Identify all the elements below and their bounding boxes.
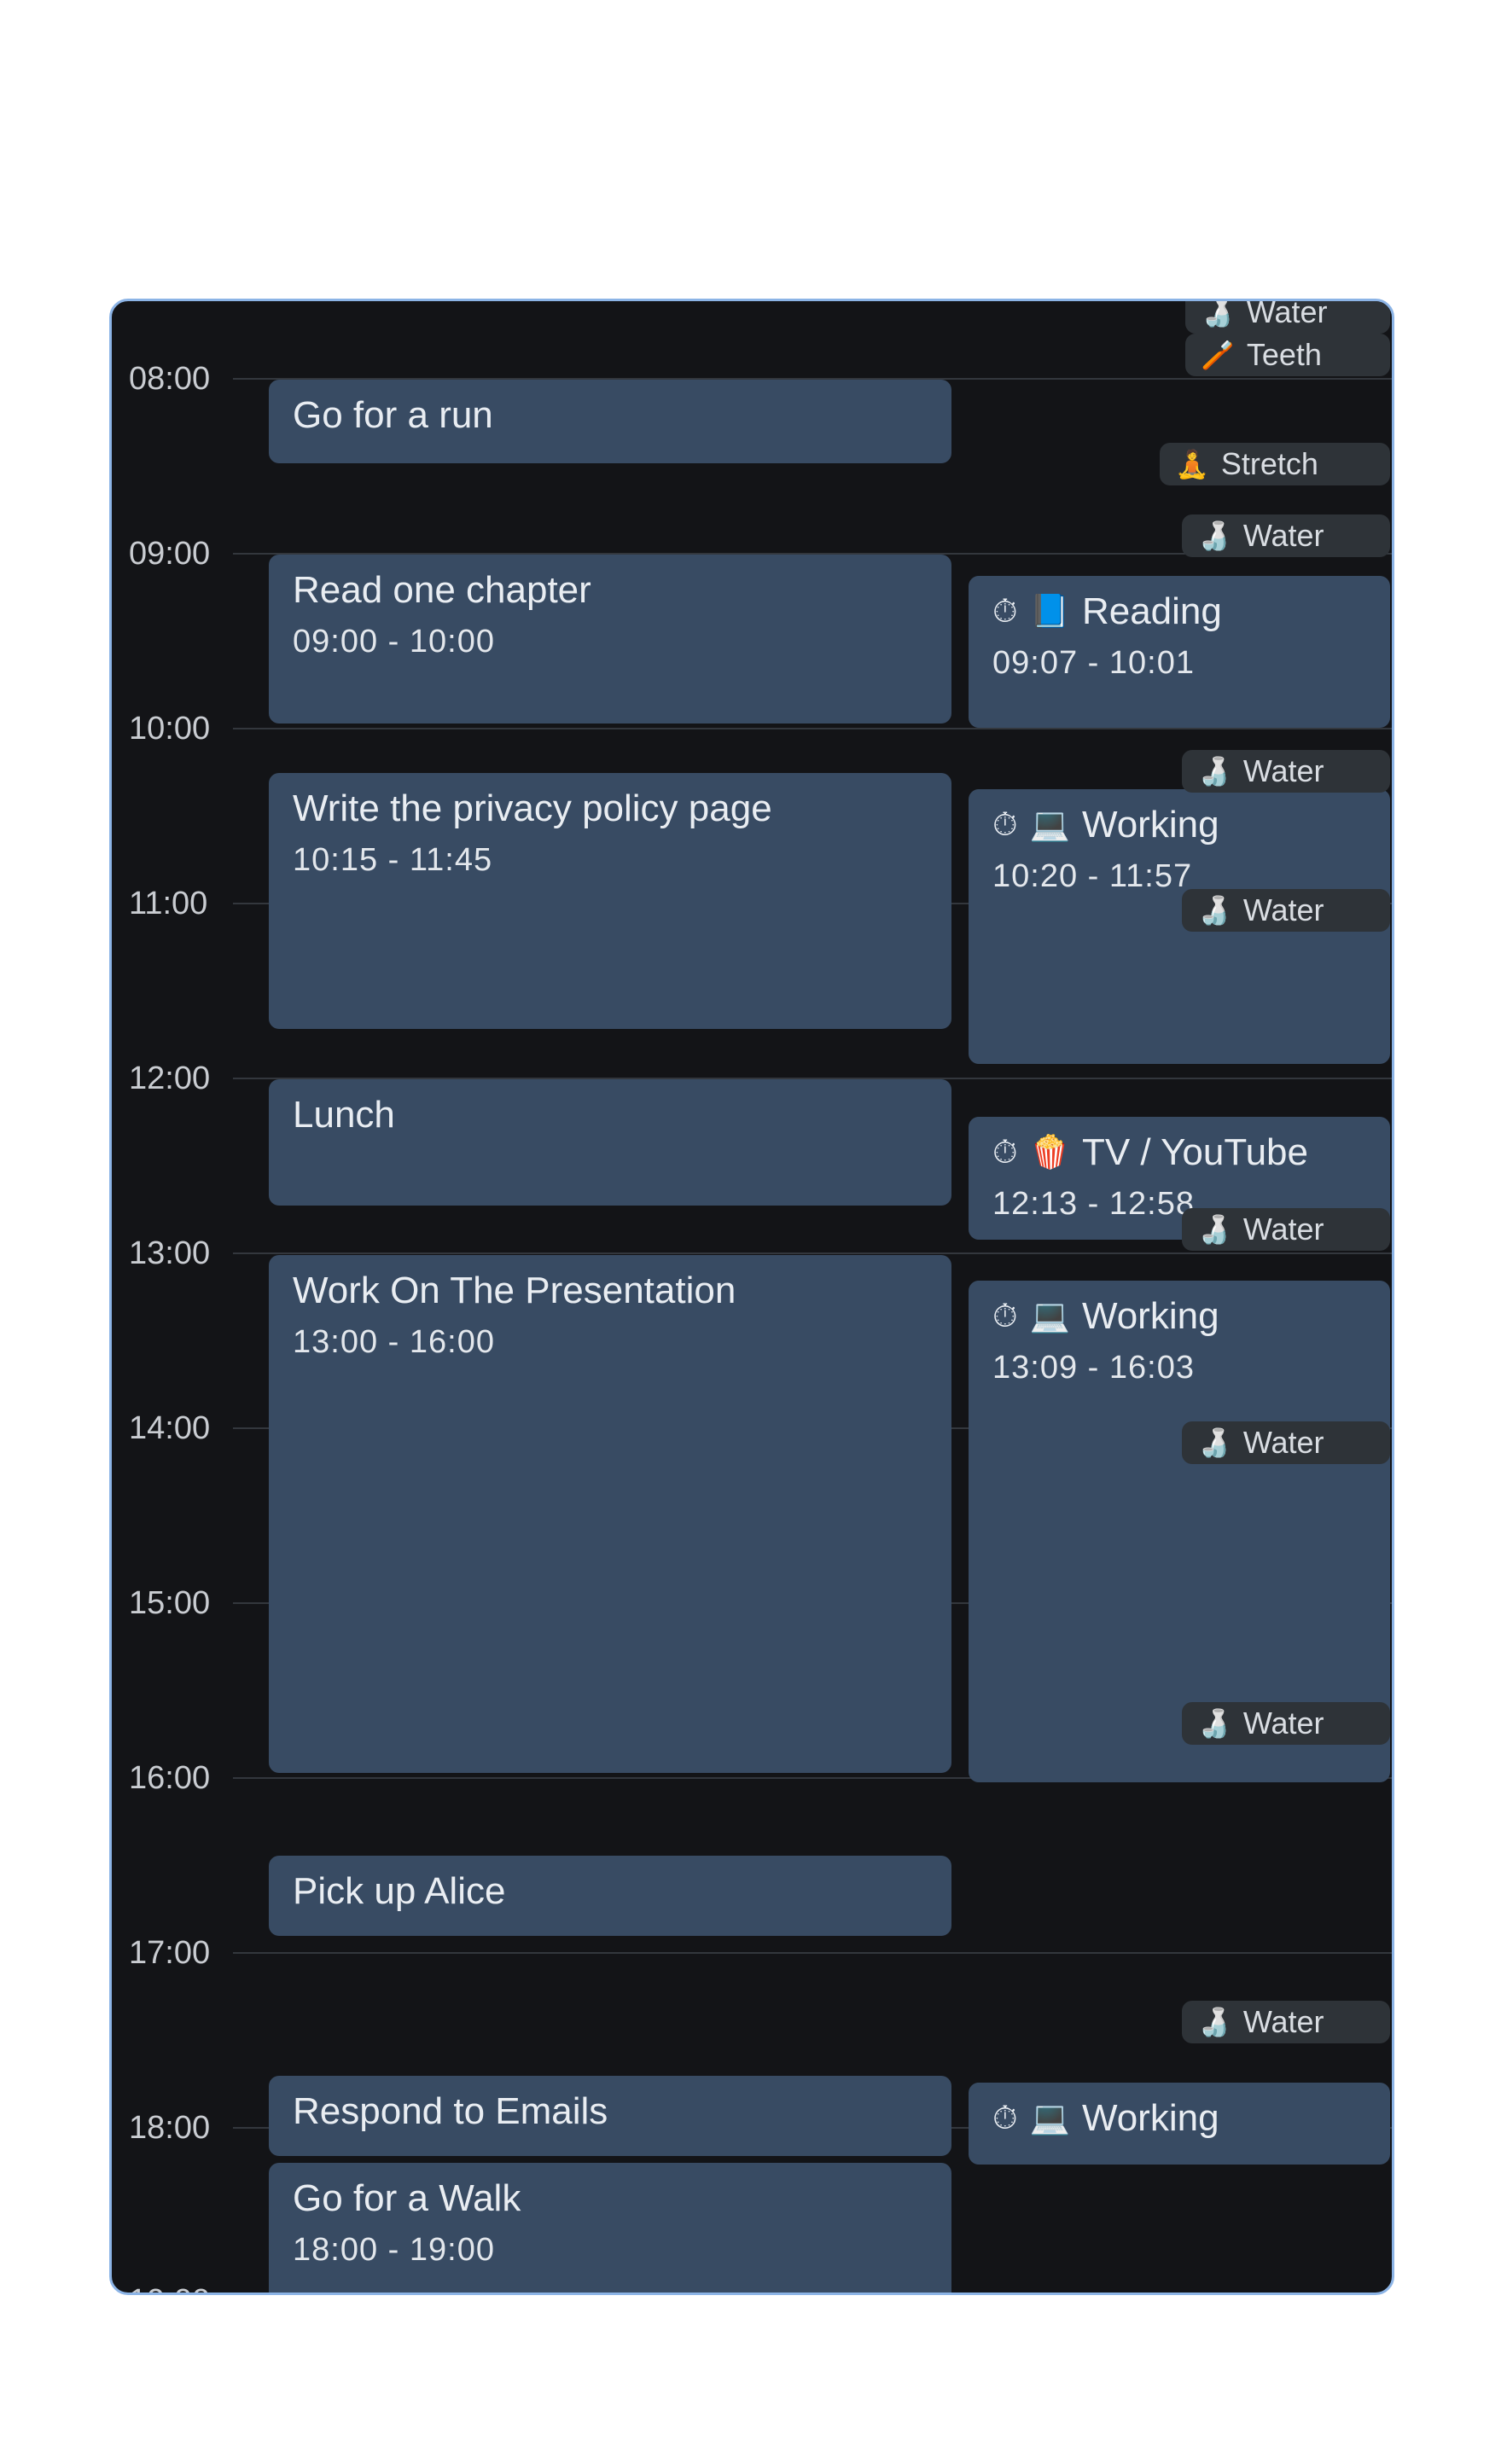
water-bottle-icon: 🍶 (1197, 1708, 1231, 1739)
event-time: 09:00 - 10:00 (293, 623, 495, 660)
event-title: Read one chapter (293, 569, 591, 611)
stopwatch-icon: ⏱ (992, 1134, 1018, 1171)
event-title: Go for a run (293, 394, 493, 436)
event-title: Write the privacy policy page (293, 787, 772, 829)
planned-event[interactable]: Respond to Emails (269, 2076, 951, 2156)
planned-event[interactable]: Go for a run (269, 380, 951, 463)
stopwatch-icon: ⏱ (992, 806, 1018, 843)
event-time: 13:09 - 16:03 (992, 1349, 1195, 1386)
event-title: Reading (1081, 590, 1222, 632)
habit-pill-water[interactable]: 🍶 Water (1185, 299, 1390, 334)
habit-label: Stretch (1220, 446, 1318, 481)
event-title: Pick up Alice (293, 1870, 506, 1912)
hour-label: 10:00 (129, 711, 211, 747)
planned-event[interactable]: Write the privacy policy page 10:15 - 11… (269, 773, 951, 1029)
habit-pill-water[interactable]: 🍶 Water (1182, 2001, 1390, 2043)
habit-label: Teeth (1246, 337, 1322, 372)
hour-label: 09:00 (129, 536, 211, 572)
event-time: 10:15 - 11:45 (293, 841, 493, 878)
water-bottle-icon: 🍶 (1197, 895, 1231, 926)
hour-gridline (233, 1252, 1392, 1254)
popcorn-icon: 🍿 (1029, 1135, 1070, 1171)
event-time: 09:07 - 10:01 (992, 644, 1195, 681)
book-icon: 📘 (1029, 594, 1070, 631)
event-title: TV / YouTube (1081, 1131, 1308, 1173)
habit-pill-water[interactable]: 🍶 Water (1182, 1702, 1390, 1745)
calendar-day-view: 08:00 09:00 10:00 11:00 12:00 13:00 14:0… (109, 299, 1394, 2295)
planned-event[interactable]: Go for a Walk 18:00 - 19:00 (269, 2163, 951, 2293)
hour-label: 15:00 (129, 1585, 211, 1621)
water-bottle-icon: 🍶 (1197, 2007, 1231, 2037)
hour-gridline (233, 1952, 1392, 1954)
habit-label: Water (1242, 1706, 1324, 1740)
hour-label: 08:00 (129, 361, 211, 397)
tracked-event[interactable]: ⏱ 📘 Reading 09:07 - 10:01 (969, 576, 1390, 728)
event-title: Working (1081, 2097, 1219, 2139)
event-title: Respond to Emails (293, 2090, 608, 2132)
habit-label: Water (1242, 1425, 1324, 1460)
event-title: Working (1081, 804, 1219, 846)
planned-event[interactable]: Work On The Presentation 13:00 - 16:00 (269, 1255, 951, 1773)
water-bottle-icon: 🍶 (1201, 299, 1235, 328)
event-title: Lunch (293, 1094, 395, 1136)
laptop-icon: 💻 (1029, 807, 1070, 844)
habit-label: Water (1242, 892, 1324, 927)
meditation-icon: 🧘 (1175, 449, 1209, 479)
event-title: Working (1081, 1295, 1219, 1337)
event-time: 13:00 - 16:00 (293, 1323, 495, 1360)
hour-label: 14:00 (129, 1410, 211, 1446)
habit-label: Water (1242, 753, 1324, 788)
hour-label: 19:00 (129, 2285, 210, 2293)
hour-gridline (233, 728, 1392, 729)
laptop-icon: 💻 (1029, 1299, 1070, 1335)
habit-pill-water[interactable]: 🍶 Water (1182, 514, 1390, 557)
habit-pill-water[interactable]: 🍶 Water (1182, 750, 1390, 793)
water-bottle-icon: 🍶 (1197, 520, 1231, 551)
planned-event[interactable]: Read one chapter 09:00 - 10:00 (269, 555, 951, 724)
laptop-icon: 💻 (1029, 2101, 1070, 2137)
hour-label: 11:00 (129, 886, 208, 921)
habit-pill-water[interactable]: 🍶 Water (1182, 1208, 1390, 1251)
habit-pill-water[interactable]: 🍶 Water (1182, 889, 1390, 932)
water-bottle-icon: 🍶 (1197, 756, 1231, 787)
event-time: 18:00 - 19:00 (293, 2231, 495, 2268)
habit-label: Water (1242, 1212, 1324, 1247)
habit-pill-teeth[interactable]: 🪥 Teeth (1185, 334, 1390, 376)
hour-label: 13:00 (129, 1235, 211, 1271)
stopwatch-icon: ⏱ (992, 2100, 1018, 2136)
hour-label: 17:00 (129, 1935, 211, 1971)
hour-label: 16:00 (129, 1760, 211, 1796)
habit-label: Water (1242, 518, 1324, 553)
stopwatch-icon: ⏱ (992, 593, 1018, 630)
tracked-event[interactable]: ⏱ 💻 Working (969, 2083, 1390, 2165)
event-title: Work On The Presentation (293, 1270, 736, 1311)
planned-event[interactable]: Lunch (269, 1079, 951, 1206)
water-bottle-icon: 🍶 (1197, 1214, 1231, 1245)
hour-label: 12:00 (129, 1061, 211, 1096)
event-title: Go for a Walk (293, 2177, 521, 2219)
habit-pill-stretch[interactable]: 🧘 Stretch (1160, 443, 1390, 485)
habit-pill-water[interactable]: 🍶 Water (1182, 1421, 1390, 1464)
hour-label: 18:00 (129, 2110, 211, 2146)
habit-label: Water (1246, 299, 1328, 329)
stopwatch-icon: ⏱ (992, 1298, 1018, 1334)
water-bottle-icon: 🍶 (1197, 1427, 1231, 1458)
planned-event[interactable]: Pick up Alice (269, 1856, 951, 1936)
toothbrush-icon: 🪥 (1201, 340, 1235, 370)
habit-label: Water (1242, 2004, 1324, 2039)
